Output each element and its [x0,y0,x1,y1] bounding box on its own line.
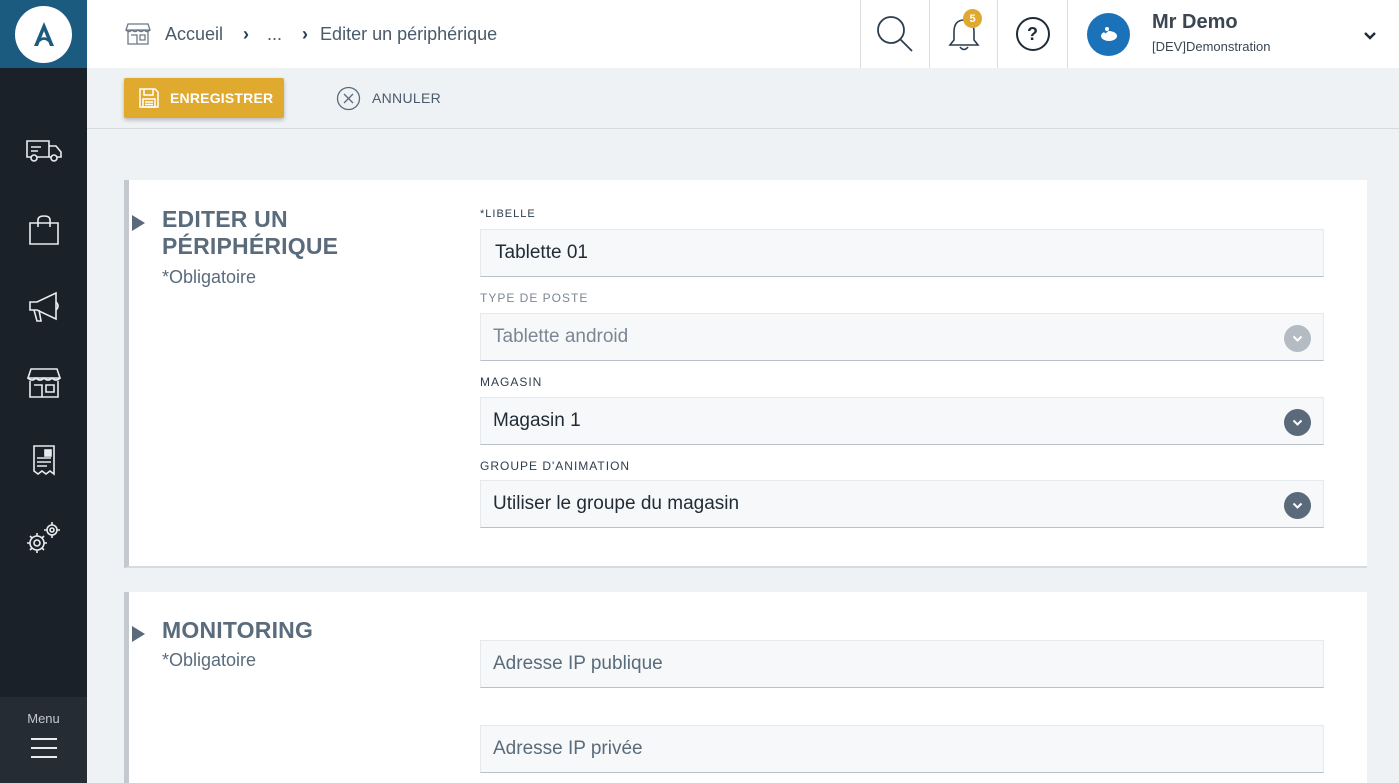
sidebar-item-marketing[interactable] [0,285,87,329]
save-button-label: ENREGISTRER [170,90,274,106]
libelle-value: Tablette 01 [495,242,588,263]
groupe-animation-value: Utiliser le groupe du magasin [493,493,740,514]
store-icon [26,368,61,398]
libelle-input[interactable]: Tablette 01 [480,229,1324,277]
avatar [1087,13,1130,56]
sidebar: Menu [0,0,87,783]
help-icon: ? [1015,17,1050,51]
menu-label: Menu [27,711,60,726]
sidebar-item-settings[interactable] [0,515,87,559]
logo-a-icon [33,22,54,46]
chevron-right-icon: › [243,23,250,44]
required-note: *Obligatoire [162,267,257,287]
magasin-select[interactable]: Magasin 1 [480,397,1324,445]
settings-gears-icon [26,522,60,553]
caret-right-icon[interactable] [132,626,145,642]
magasin-value: Magasin 1 [493,410,581,431]
menu-toggle[interactable]: Menu [0,697,87,783]
app-logo[interactable] [0,0,87,68]
groupe-animation-select[interactable]: Utiliser le groupe du magasin [480,480,1324,528]
chevron-down-icon[interactable] [1284,492,1311,519]
user-name: Mr Demo [1152,11,1238,33]
notification-count-badge: 5 [963,9,982,28]
search-icon [877,16,913,52]
breadcrumb-home[interactable]: Accueil [165,24,223,45]
section-title-line2: PÉRIPHÉRIQUE [162,233,339,259]
ip-private-placeholder: Adresse IP privée [493,738,643,759]
logo-circle [15,5,72,63]
user-organization: [DEV]Demonstration [1152,39,1271,54]
store-icon[interactable] [125,23,151,45]
breadcrumb: Accueil › ... › Editer un périphérique [125,0,497,68]
megaphone-icon [28,291,59,322]
sidebar-item-shopping[interactable] [0,208,87,252]
ip-public-input[interactable]: Adresse IP publique [480,640,1324,688]
cancel-button[interactable]: ANNULER [336,85,441,111]
top-bar: Accueil › ... › Editer un périphérique 5… [87,0,1399,68]
cancel-button-label: ANNULER [372,90,442,106]
breadcrumb-ellipsis[interactable]: ... [267,24,282,45]
user-logo-icon [1100,26,1117,41]
type-poste-value: Tablette android [493,326,629,347]
close-circle-icon [336,86,361,110]
floppy-disk-icon [139,88,159,108]
chevron-right-icon: › [302,23,309,44]
hamburger-icon[interactable] [30,738,57,758]
invoice-icon [32,445,55,476]
delivery-truck-icon [25,140,62,162]
sidebar-item-stores[interactable] [0,361,87,405]
breadcrumb-current: Editer un périphérique [320,23,498,44]
action-bar: ENREGISTRER ANNULER [87,68,1399,129]
sidebar-item-invoices[interactable] [0,438,87,482]
magasin-label: MAGASIN [480,375,543,389]
user-menu[interactable]: Mr Demo [DEV]Demonstration [1067,0,1399,68]
required-note: *Obligatoire [162,650,257,670]
help-button[interactable]: ? [997,0,1067,68]
search-button[interactable] [860,0,929,68]
ip-public-placeholder: Adresse IP publique [493,653,663,674]
type-poste-label: TYPE DE POSTE [480,291,589,305]
caret-right-icon[interactable] [132,215,145,231]
groupe-animation-label: GROUPE D'ANIMATION [480,459,631,473]
type-poste-select: Tablette android [480,313,1324,361]
section-title-line1: EDITER UN [162,206,288,232]
notifications-button[interactable]: 5 [929,0,997,68]
monitoring-title: MONITORING [162,617,314,643]
chevron-down-icon[interactable] [1284,409,1311,436]
section-title: EDITER UN PÉRIPHÉRIQUE [162,206,338,260]
edit-device-section: EDITER UN PÉRIPHÉRIQUE *Obligatoire *LIB… [124,180,1367,568]
chevron-down-icon [1284,325,1311,352]
shopping-bag-icon [28,215,59,245]
sidebar-item-delivery[interactable] [0,129,87,173]
save-button[interactable]: ENREGISTRER [124,78,284,118]
monitoring-section: MONITORING *Obligatoire Adresse IP publi… [124,592,1367,783]
ip-private-input[interactable]: Adresse IP privée [480,725,1324,773]
chevron-down-icon[interactable] [1363,28,1377,46]
libelle-label: *LIBELLE [480,208,536,220]
